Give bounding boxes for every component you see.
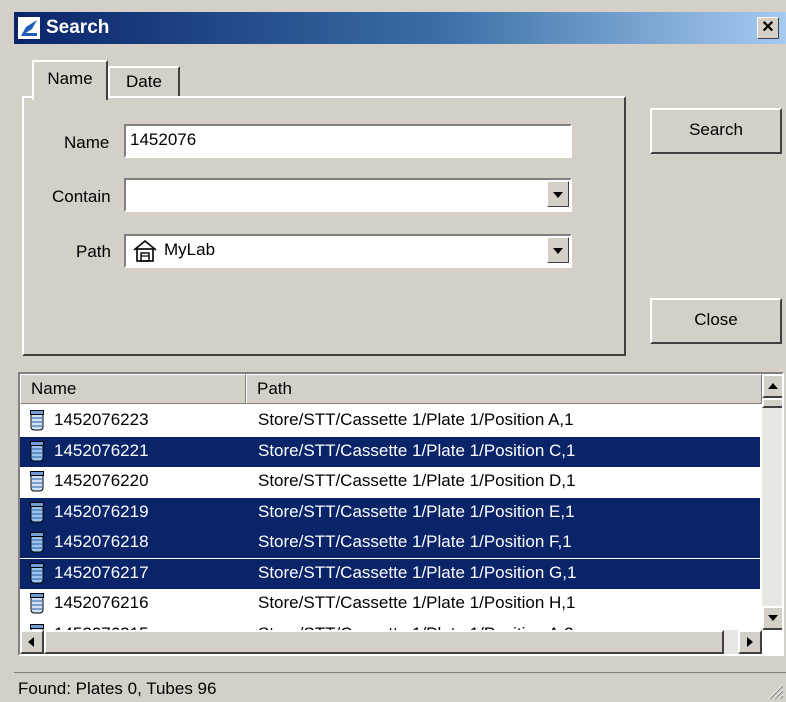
vertical-scroll-thumb[interactable] — [762, 398, 782, 408]
name-input[interactable]: 1452076 — [124, 124, 572, 158]
table-row[interactable]: 1452076217 Store/STT/Cassette 1/Plate 1/P… — [20, 558, 760, 589]
close-window-button[interactable]: ✕ — [757, 17, 779, 39]
tube-icon — [30, 593, 44, 614]
horizontal-scrollbar[interactable] — [20, 630, 762, 654]
scroll-up-button[interactable] — [762, 374, 782, 398]
name-input-value: 1452076 — [130, 130, 197, 149]
contain-dropdown[interactable] — [124, 178, 572, 212]
vertical-scrollbar[interactable] — [762, 374, 782, 630]
row-name: 1452076218 — [54, 532, 149, 551]
tab-date[interactable]: Date — [108, 66, 180, 96]
row-name: 1452076219 — [54, 501, 149, 521]
row-path: Store/STT/Cassette 1/Plate 1/Position H,… — [258, 593, 576, 612]
table-row[interactable]: 1452076223 Store/STT/Cassette 1/Plate 1/P… — [20, 406, 760, 436]
tube-icon — [30, 562, 44, 583]
row-name: 1452076217 — [54, 562, 149, 582]
window-title: Search — [46, 17, 110, 38]
home-icon — [133, 239, 157, 262]
table-row[interactable]: 1452076221 Store/STT/Cassette 1/Plate 1/P… — [20, 436, 760, 467]
status-bar: Found: Plates 0, Tubes 96 — [14, 672, 786, 702]
tube-icon — [30, 410, 44, 431]
tube-icon — [30, 440, 44, 461]
table-row[interactable]: 1452076220 Store/STT/Cassette 1/Plate 1/P… — [20, 467, 760, 497]
scroll-right-button[interactable] — [738, 630, 762, 654]
row-path: Store/STT/Cassette 1/Plate 1/Position D,… — [258, 471, 576, 490]
tube-icon — [30, 532, 44, 553]
results-list[interactable]: Name Path 1452076223 Store/STT/Cassette 1… — [18, 372, 784, 656]
status-text: Found: Plates 0, Tubes 96 — [18, 679, 217, 698]
row-path: Store/STT/Cassette 1/Plate 1/Position A,… — [258, 410, 574, 429]
tab-name[interactable]: Name — [32, 60, 108, 100]
horizontal-scroll-thumb[interactable] — [44, 630, 724, 654]
table-row[interactable]: 1452076219 Store/STT/Cassette 1/Plate 1/P… — [20, 497, 760, 528]
chevron-down-icon[interactable] — [547, 181, 569, 207]
table-row[interactable]: 1452076218 Store/STT/Cassette 1/Plate 1/P… — [20, 528, 760, 558]
path-dropdown[interactable]: MyLab — [124, 234, 572, 268]
row-name: 1452076220 — [54, 471, 149, 490]
chevron-down-icon[interactable] — [547, 237, 569, 263]
close-button[interactable]: Close — [650, 298, 782, 344]
row-name: 1452076223 — [54, 410, 149, 429]
column-header-path[interactable]: Path — [246, 374, 762, 404]
resize-grip-icon[interactable] — [766, 682, 784, 700]
column-header-name[interactable]: Name — [20, 374, 246, 404]
name-label: Name — [64, 133, 110, 152]
app-logo-icon — [18, 17, 40, 39]
row-path: Store/STT/Cassette 1/Plate 1/Position C,… — [258, 440, 576, 460]
row-path: Store/STT/Cassette 1/Plate 1/Position F,… — [258, 532, 572, 551]
tube-icon — [30, 471, 44, 492]
contain-label: Contain — [52, 187, 111, 206]
row-name: 1452076216 — [54, 593, 149, 612]
path-label: Path — [76, 242, 111, 261]
table-row[interactable]: 1452076216 Store/STT/Cassette 1/Plate 1/P… — [20, 589, 760, 619]
search-button[interactable]: Search — [650, 108, 782, 154]
row-name: 1452076221 — [54, 440, 149, 460]
tube-icon — [30, 501, 44, 522]
scroll-left-button[interactable] — [20, 630, 44, 654]
scroll-down-button[interactable] — [762, 606, 782, 630]
row-path: Store/STT/Cassette 1/Plate 1/Position E,… — [258, 501, 575, 521]
title-bar: Search — [14, 12, 786, 44]
row-path: Store/STT/Cassette 1/Plate 1/Position G,… — [258, 562, 577, 582]
path-dropdown-value: MyLab — [164, 240, 216, 259]
